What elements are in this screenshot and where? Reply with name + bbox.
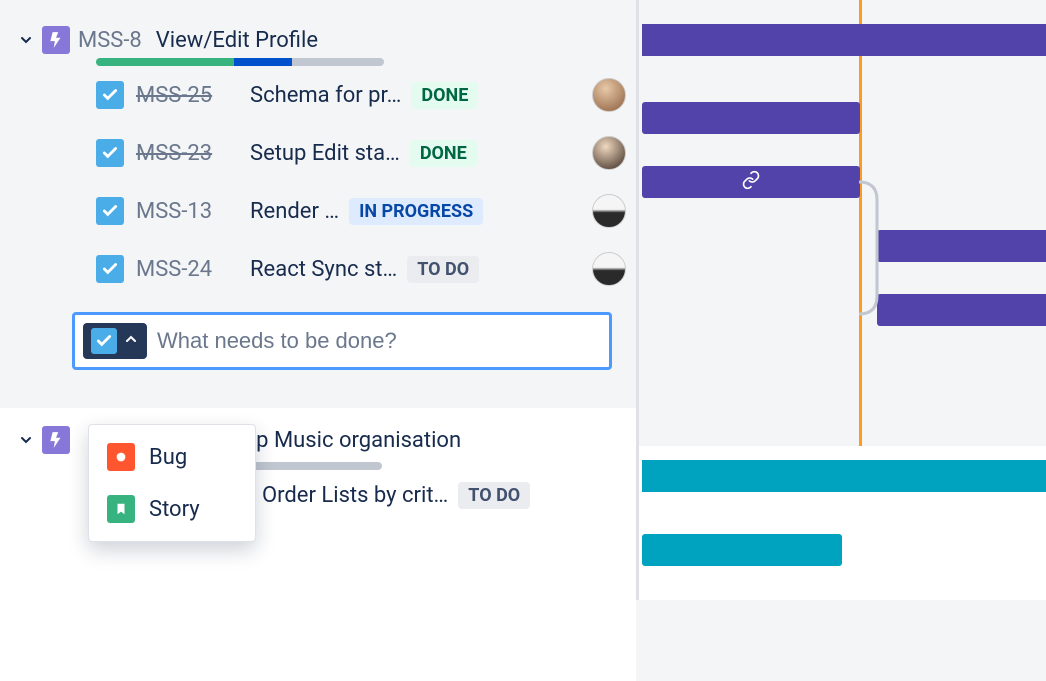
status-badge[interactable]: IN PROGRESS: [349, 198, 483, 225]
assignee-avatar[interactable]: [592, 78, 626, 112]
dependency-line: [857, 180, 887, 316]
progress-todo: [292, 58, 384, 66]
issue-row[interactable]: MSS-24 React Sync st… TO DO: [0, 240, 636, 298]
chevron-up-icon: [123, 331, 139, 351]
dropdown-label: Bug: [149, 445, 187, 470]
issue-key[interactable]: MSS-13: [136, 199, 232, 224]
issue-title[interactable]: up Music organisation: [244, 428, 461, 453]
assignee-avatar[interactable]: [592, 136, 626, 170]
status-badge[interactable]: TO DO: [458, 482, 530, 509]
epic-icon: [42, 26, 70, 54]
assignee-avatar[interactable]: [592, 194, 626, 228]
issue-title[interactable]: Setup Edit sta…: [250, 141, 400, 166]
progress-bar: [96, 58, 384, 66]
timeline-panel[interactable]: [636, 0, 1046, 600]
gantt-bar[interactable]: [642, 102, 860, 134]
dropdown-label: Story: [149, 497, 200, 522]
issue-key[interactable]: MSS-25: [136, 83, 232, 108]
issue-key[interactable]: MSS-8: [78, 28, 142, 53]
issue-row[interactable]: MSS-13 Render … IN PROGRESS: [0, 182, 636, 240]
status-badge[interactable]: TO DO: [407, 256, 479, 283]
epic-row[interactable]: MSS-8 View/Edit Profile: [0, 20, 636, 60]
progress-todo: [252, 462, 382, 470]
task-icon: [96, 139, 124, 167]
expand-chevron-icon[interactable]: [18, 432, 34, 448]
gantt-bar[interactable]: [877, 294, 1046, 326]
gantt-bar-epic[interactable]: [642, 24, 1046, 56]
issue-type-dropdown[interactable]: Bug Story: [88, 424, 256, 542]
link-icon: [741, 170, 761, 194]
expand-chevron-icon[interactable]: [18, 32, 34, 48]
issue-type-selector[interactable]: [83, 323, 147, 359]
issue-title[interactable]: Order Lists by crit…: [262, 483, 448, 508]
issue-title[interactable]: Render …: [250, 199, 339, 224]
status-badge[interactable]: DONE: [411, 82, 478, 109]
issue-key[interactable]: MSS-24: [136, 257, 232, 282]
gantt-bar[interactable]: [642, 166, 860, 198]
task-icon: [96, 255, 124, 283]
issue-summary-input[interactable]: [157, 328, 601, 354]
dropdown-item-bug[interactable]: Bug: [89, 431, 255, 483]
progress-inprogress: [234, 58, 292, 66]
gantt-bar[interactable]: [877, 230, 1046, 262]
issue-row[interactable]: MSS-25 Schema for pr… DONE: [0, 66, 636, 124]
dropdown-item-story[interactable]: Story: [89, 483, 255, 535]
status-badge[interactable]: DONE: [410, 140, 477, 167]
task-icon: [91, 328, 117, 354]
story-icon: [107, 495, 135, 523]
task-icon: [96, 81, 124, 109]
epic-icon: [42, 426, 70, 454]
gantt-bar[interactable]: [642, 534, 842, 566]
gantt-bar-epic[interactable]: [642, 460, 1046, 492]
assignee-avatar[interactable]: [592, 252, 626, 286]
issue-title[interactable]: React Sync st…: [250, 257, 397, 282]
issue-key[interactable]: MSS-23: [136, 141, 232, 166]
issue-title[interactable]: View/Edit Profile: [156, 28, 318, 53]
issue-title[interactable]: Schema for pr…: [250, 83, 401, 108]
task-icon: [96, 197, 124, 225]
create-issue-input-row[interactable]: [72, 312, 612, 370]
progress-done: [96, 58, 234, 66]
bug-icon: [107, 443, 135, 471]
progress-bar: [252, 462, 382, 470]
issue-row[interactable]: MSS-23 Setup Edit sta… DONE: [0, 124, 636, 182]
